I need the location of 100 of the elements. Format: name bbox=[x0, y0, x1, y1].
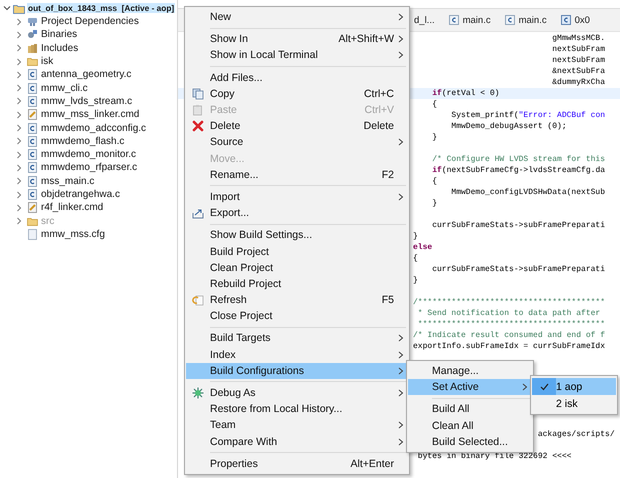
menu-item[interactable]: Properties Alt+Enter bbox=[186, 456, 408, 472]
menu-item[interactable]: Clean Project bbox=[186, 260, 408, 276]
menu-item[interactable]: Manage... bbox=[408, 363, 532, 380]
bug-icon bbox=[192, 387, 204, 400]
code-line: /*************************************** bbox=[413, 298, 606, 307]
menu-item[interactable]: Import bbox=[186, 188, 408, 206]
menu-item[interactable]: Index bbox=[186, 346, 408, 363]
tree-item[interactable]: mmwdemo_adcconfig.c bbox=[41, 122, 146, 134]
editor-tab[interactable]: main.c bbox=[462, 14, 491, 26]
menu-item[interactable]: Show In Alt+Shift+W bbox=[186, 31, 408, 48]
tree-item[interactable]: out_of_box_1843_mss [Active - aop] bbox=[27, 3, 176, 13]
menu-item[interactable]: Set Active bbox=[408, 379, 532, 396]
file-icon bbox=[27, 228, 38, 240]
folder-icon bbox=[27, 216, 38, 227]
linker-file-icon bbox=[27, 109, 38, 120]
code-line: currSubFrameStats->subFramePreparati bbox=[431, 265, 606, 274]
c-file-icon bbox=[27, 69, 38, 80]
paste-icon bbox=[192, 104, 204, 116]
code-line: { bbox=[413, 254, 418, 263]
menu-item[interactable]: Copy Ctrl+C bbox=[186, 86, 408, 102]
delete-icon bbox=[192, 120, 204, 132]
code-line: MmwDemo_debugAssert (0); bbox=[450, 122, 567, 131]
folder-icon bbox=[27, 56, 38, 68]
tree-item[interactable]: Project Dependencies bbox=[41, 16, 139, 28]
code-line: if(nextSubFrameCfg->lvdsStreamCfg.da bbox=[431, 166, 606, 175]
code-line: } bbox=[413, 276, 418, 285]
editor-tab[interactable]: main.c bbox=[518, 14, 547, 26]
tree-item[interactable]: isk bbox=[41, 56, 54, 68]
code-line: currSubFrameStats->subFramePreparati bbox=[431, 221, 606, 230]
menu-item[interactable]: Add Files... bbox=[186, 70, 408, 86]
editor-tab[interactable]: 0x0 bbox=[574, 14, 590, 26]
tree-item[interactable]: Includes bbox=[41, 42, 78, 54]
tree-item[interactable]: r4f_linker.cmd bbox=[41, 202, 104, 214]
tree-item[interactable]: antenna_geometry.c bbox=[41, 69, 132, 80]
code-line: * Send notification to data path after bbox=[416, 309, 600, 318]
c-file-icon bbox=[27, 162, 38, 174]
menu-item[interactable]: Delete Delete bbox=[186, 118, 408, 134]
c-file-icon bbox=[27, 82, 38, 94]
code-line: else bbox=[413, 243, 432, 252]
tree-item[interactable]: mmw_mss.cfg bbox=[41, 228, 105, 240]
c-file-icon bbox=[560, 15, 571, 25]
c-file-icon bbox=[27, 149, 38, 160]
code-line: &nextSubFra bbox=[551, 67, 606, 76]
tree-item[interactable]: mmw_lvds_stream.c bbox=[41, 96, 132, 107]
linker-file-icon bbox=[27, 202, 38, 214]
tree-item[interactable]: mmwdemo_rfparser.c bbox=[41, 162, 138, 174]
code-line: exportInfo.subFrameIdx = currSubFrameIdx bbox=[413, 342, 606, 351]
menu-item[interactable]: Show in Local Terminal bbox=[186, 47, 408, 64]
tree-item[interactable]: mmwdemo_monitor.c bbox=[41, 149, 136, 160]
tree-item[interactable]: mmw_cli.c bbox=[41, 82, 88, 94]
menu-item[interactable]: Team bbox=[186, 417, 408, 434]
binaries-icon bbox=[27, 29, 38, 40]
c-file-icon bbox=[448, 15, 459, 25]
menu-item[interactable]: Rebuild Project bbox=[186, 276, 408, 292]
tree-item[interactable]: objdetrangehwa.c bbox=[41, 189, 120, 200]
menu-item[interactable]: Source bbox=[186, 134, 408, 150]
menu-item[interactable]: Show Build Settings... bbox=[186, 227, 408, 244]
code-line: { bbox=[431, 100, 438, 109]
menu-item[interactable]: Build All bbox=[408, 401, 532, 418]
menu-item[interactable]: 1 aop bbox=[532, 378, 616, 395]
menu-item[interactable]: 2 isk bbox=[532, 395, 616, 412]
menu-item[interactable]: Rename... F2 bbox=[186, 166, 408, 183]
code-line: /* Indicate result consumed and end of f bbox=[413, 331, 606, 340]
refresh-icon bbox=[192, 294, 204, 306]
menu-item[interactable]: Close Project bbox=[186, 308, 408, 324]
code-line: if(retVal < 0) bbox=[431, 89, 500, 98]
code-line: { bbox=[431, 177, 438, 186]
menu-item[interactable]: Export... bbox=[186, 205, 408, 222]
c-file-icon bbox=[27, 122, 38, 134]
code-line: } bbox=[413, 232, 418, 241]
editor-tab[interactable]: d_l... bbox=[414, 14, 435, 26]
tree-item[interactable]: mss_main.c bbox=[41, 176, 94, 187]
code-line: /* Configure HW LVDS stream for this bbox=[431, 155, 606, 164]
tree-item[interactable]: mmw_mss_linker.cmd bbox=[41, 109, 140, 120]
code-line: *************************************** bbox=[416, 320, 606, 329]
menu-item[interactable]: Debug As bbox=[186, 384, 408, 402]
menu-item[interactable]: Build Configurations bbox=[186, 362, 408, 379]
tree-item[interactable]: Binaries bbox=[41, 29, 78, 40]
menu-item[interactable]: Clean All bbox=[408, 418, 532, 434]
collapse-chevron-icon[interactable] bbox=[3, 4, 11, 12]
menu-item[interactable]: Build Project bbox=[186, 243, 408, 260]
code-line: gMmwMssMCB. bbox=[551, 34, 606, 43]
code-line: nextSubFram bbox=[551, 45, 606, 54]
menu-item[interactable]: Build Targets bbox=[186, 330, 408, 347]
tree-item[interactable]: mmwdemo_flash.c bbox=[41, 136, 124, 147]
menu-item[interactable]: New bbox=[186, 9, 408, 26]
menu-item[interactable]: Refresh F5 bbox=[186, 292, 408, 308]
export-icon bbox=[192, 207, 204, 220]
code-line: } bbox=[431, 199, 438, 208]
menu-item[interactable]: Restore from Local History... bbox=[186, 401, 408, 418]
code-line: nextSubFram bbox=[551, 56, 606, 65]
project-folder-icon bbox=[13, 2, 25, 14]
code-line: ackages/scripts/ bbox=[536, 430, 615, 439]
menu-item[interactable]: Compare With bbox=[186, 434, 408, 450]
c-file-icon bbox=[504, 15, 515, 25]
code-line: &dummyRxCha bbox=[551, 78, 606, 87]
library-icon bbox=[27, 42, 38, 54]
menu-item[interactable]: Build Selected... bbox=[408, 434, 532, 450]
code-line: MmwDemo_configLVDSHwData(nextSub bbox=[450, 188, 606, 197]
c-file-icon bbox=[27, 136, 38, 147]
